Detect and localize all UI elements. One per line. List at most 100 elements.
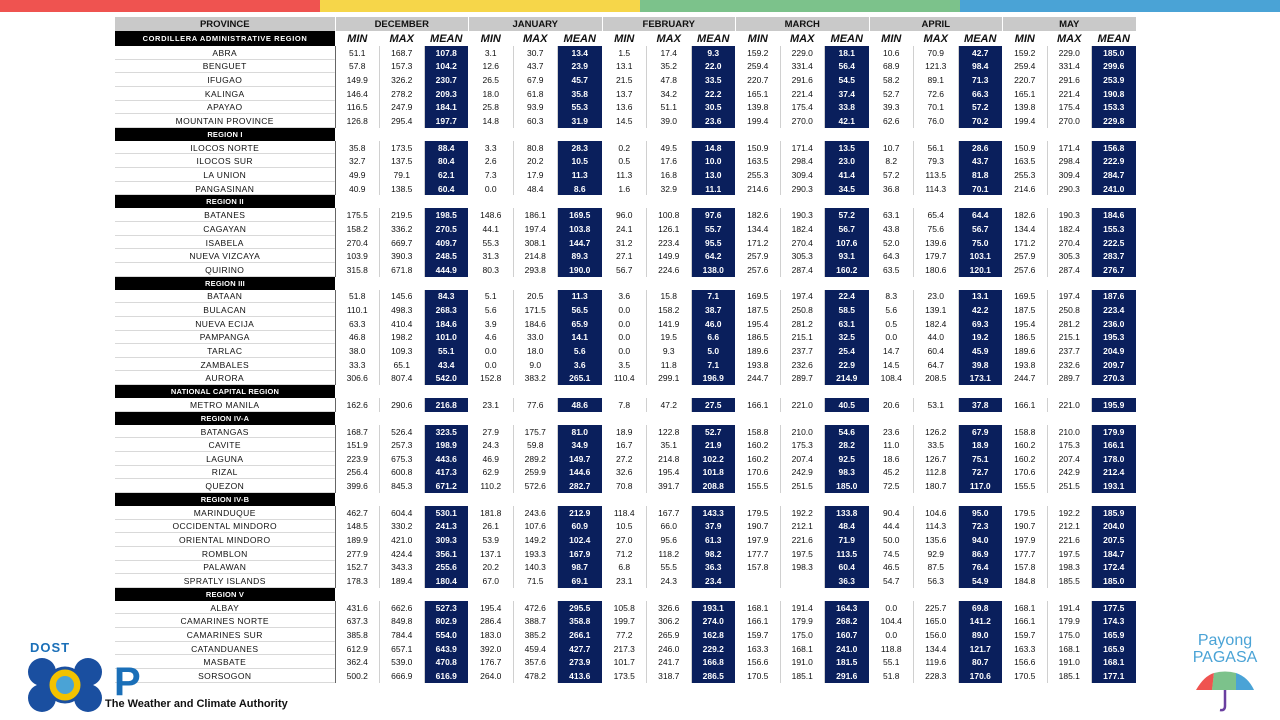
- cell-min: 169.5: [735, 289, 781, 304]
- cell-min: 51.8: [869, 668, 914, 683]
- cell-max: 139.1: [913, 303, 959, 317]
- region-row-spacer: [869, 195, 914, 208]
- region-row-spacer: [958, 277, 1003, 290]
- dost-label: DOST: [30, 640, 71, 655]
- cell-max: 17.9: [513, 168, 558, 182]
- cell-min: 8.2: [869, 154, 914, 169]
- cell-mean: 295.5: [557, 600, 603, 615]
- region-row-spacer: [1092, 128, 1137, 141]
- cell-mean: 299.6: [1091, 59, 1137, 74]
- region-row-spacer: [825, 385, 870, 398]
- cell-mean: 671.2: [424, 479, 469, 493]
- cell-min: 5.6: [869, 303, 914, 317]
- cell-max: 221.0: [1047, 398, 1092, 412]
- cell-max: 175.0: [1047, 628, 1092, 642]
- region-row-spacer: [469, 277, 514, 290]
- cell-mean: 88.4: [424, 140, 469, 155]
- cell-max: 190.3: [780, 208, 825, 223]
- cell-mean: 7.1: [691, 289, 736, 304]
- cell-mean: 62.1: [424, 168, 469, 182]
- cell-min: 46.5: [869, 560, 914, 575]
- cell-min: 49.9: [335, 168, 380, 182]
- cell-max: 207.4: [780, 452, 825, 466]
- cell-min: 62.9: [468, 465, 514, 480]
- table-row: MOUNTAIN PROVINCE 126.8 295.4 197.7 14.8 60.3…: [115, 114, 1137, 128]
- cell-mean: 144.7: [557, 235, 603, 250]
- cell-max: 149.2: [513, 533, 558, 547]
- cell-min: 51.1: [335, 46, 380, 60]
- cell-max: 326.2: [379, 73, 425, 87]
- province-name: NUEVA VIZCAYA: [115, 249, 336, 263]
- region-row-spacer: [558, 588, 603, 601]
- region-row-spacer: [869, 412, 914, 425]
- region-row-spacer: [469, 588, 514, 601]
- province-name: ILOCOS SUR: [115, 154, 336, 169]
- cell-min: 6.8: [602, 560, 647, 575]
- cell-min: 277.9: [335, 546, 380, 561]
- cell-mean: 358.8: [557, 614, 603, 629]
- cell-min: 16.7: [602, 438, 647, 453]
- province-name: PANGASINAN: [115, 181, 336, 196]
- cell-max: 72.6: [913, 86, 959, 101]
- cell-max: 180.6: [913, 262, 959, 277]
- cell-min: 223.9: [335, 452, 380, 466]
- cell-max: 299.1: [646, 371, 692, 386]
- table-row: LAGUNA 223.9 675.3 443.6 46.9 289.2 149.7 27.2 2…: [115, 452, 1137, 466]
- cell-max: 76.0: [913, 114, 959, 128]
- cell-max: 215.1: [780, 330, 825, 345]
- region-header-row: NATIONAL CAPITAL REGION: [115, 385, 1136, 399]
- cell-mean: 144.6: [557, 465, 603, 480]
- region-row-spacer: [736, 195, 781, 208]
- region-label: REGION II: [115, 195, 335, 209]
- cell-min: 50.0: [869, 533, 914, 547]
- region-row-spacer: [869, 385, 914, 398]
- cell-mean: 117.0: [958, 479, 1003, 493]
- cell-max: 290.6: [379, 398, 425, 412]
- cell-mean: 40.5: [824, 398, 870, 412]
- cell-max: 192.2: [780, 505, 825, 520]
- cell-max: 289.7: [780, 371, 825, 386]
- cell-mean: 18.1: [824, 46, 870, 60]
- province-name: SPRATLY ISLANDS: [115, 574, 336, 588]
- cell-mean: 236.0: [1091, 316, 1137, 331]
- region-row-spacer: [1092, 195, 1137, 208]
- province-header: PROVINCE: [115, 17, 336, 31]
- region-row-spacer: [602, 277, 647, 290]
- cell-min: 257.6: [1002, 262, 1048, 277]
- cell-max: 197.5: [780, 546, 825, 561]
- table-row: LA UNION 49.9 79.1 62.1 7.3 17.9 11.3 11.3 16.8 1…: [115, 168, 1137, 182]
- region-row-spacer: [380, 588, 425, 601]
- cell-mean: 270.3: [1091, 371, 1137, 386]
- cell-max: 121.3: [913, 59, 959, 74]
- cell-max: 221.0: [780, 398, 825, 412]
- cell-mean: 181.5: [824, 655, 870, 669]
- cell-min: 165.1: [735, 86, 781, 101]
- region-row-spacer: [1047, 195, 1092, 208]
- subheader-mean: MEAN: [697, 32, 730, 45]
- cell-mean: 7.1: [691, 357, 736, 372]
- cell-max: 357.6: [513, 655, 558, 669]
- region-row-spacer: [736, 588, 781, 601]
- cell-max: 182.4: [780, 222, 825, 236]
- cell-mean: 180.4: [424, 574, 469, 588]
- cell-mean: 22.0: [691, 59, 736, 74]
- cell-min: 170.6: [735, 465, 781, 480]
- cell-mean: 86.9: [958, 546, 1003, 561]
- cell-min: 259.4: [1002, 59, 1048, 74]
- region-row-spacer: [958, 493, 1003, 506]
- cell-min: 71.2: [602, 546, 647, 561]
- cell-min: 104.4: [869, 614, 914, 629]
- cell-min: 189.6: [1002, 344, 1048, 358]
- cell-max: 114.3: [913, 519, 959, 534]
- cell-min: 26.1: [468, 519, 514, 534]
- cell-mean: 92.5: [824, 452, 870, 466]
- cell-min: 217.3: [602, 641, 647, 656]
- province-name: ALBAY: [115, 600, 336, 615]
- pagasa-letter: P: [114, 660, 141, 704]
- province-name: BENGUET: [115, 59, 336, 74]
- cell-mean: 241.0: [824, 641, 870, 656]
- cell-mean: 172.4: [1091, 560, 1137, 575]
- cell-min: 160.2: [1002, 452, 1048, 466]
- cell-mean: 11.3: [557, 168, 603, 182]
- cell-min: 0.5: [602, 154, 647, 169]
